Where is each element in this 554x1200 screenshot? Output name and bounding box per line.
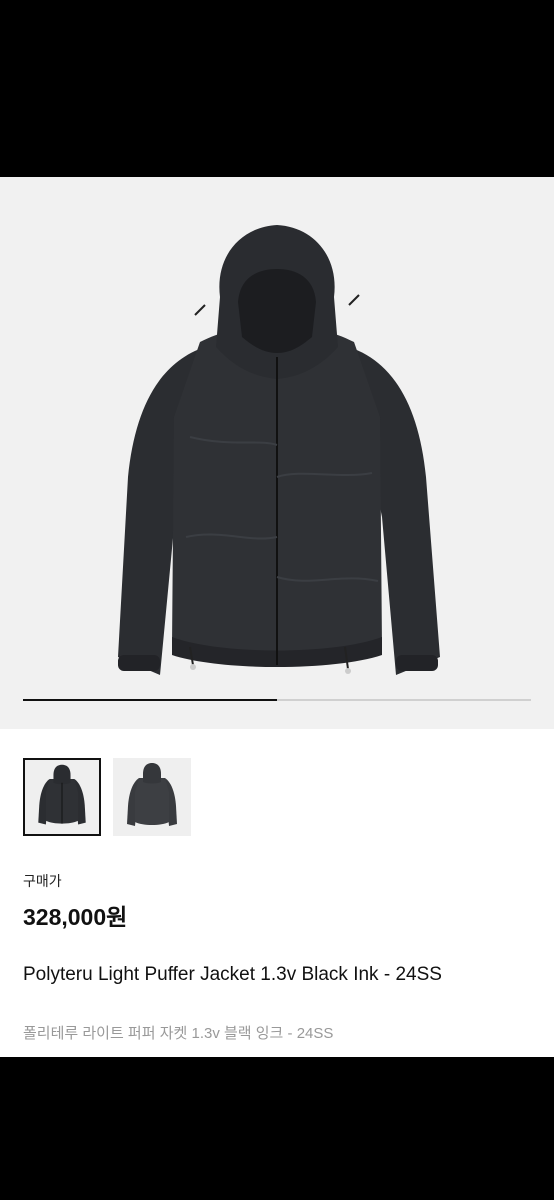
- price-value: 328,000원: [23, 904, 128, 930]
- product-subtitle: 폴리테루 라이트 퍼퍼 자켓 1.3v 블랙 잉크 - 24SS: [23, 1025, 334, 1042]
- carousel-progress-fill: [23, 699, 277, 701]
- carousel-progress-track: [23, 699, 531, 701]
- thumbnail-strip: [23, 758, 191, 836]
- jacket-back-thumbnail-icon: [127, 763, 177, 826]
- product-detail: 구매가 328,000원 Polyteru Light Puffer Jacke…: [0, 177, 554, 1057]
- jacket-front-thumbnail-icon: [38, 764, 86, 825]
- price-label: 구매가: [23, 873, 62, 889]
- product-title: Polyteru Light Puffer Jacket 1.3v Black …: [23, 964, 442, 985]
- thumbnail-front[interactable]: [23, 758, 101, 836]
- black-puffer-jacket-image: [118, 225, 440, 675]
- thumbnail-back[interactable]: [113, 758, 191, 836]
- product-image-carousel[interactable]: [0, 177, 554, 729]
